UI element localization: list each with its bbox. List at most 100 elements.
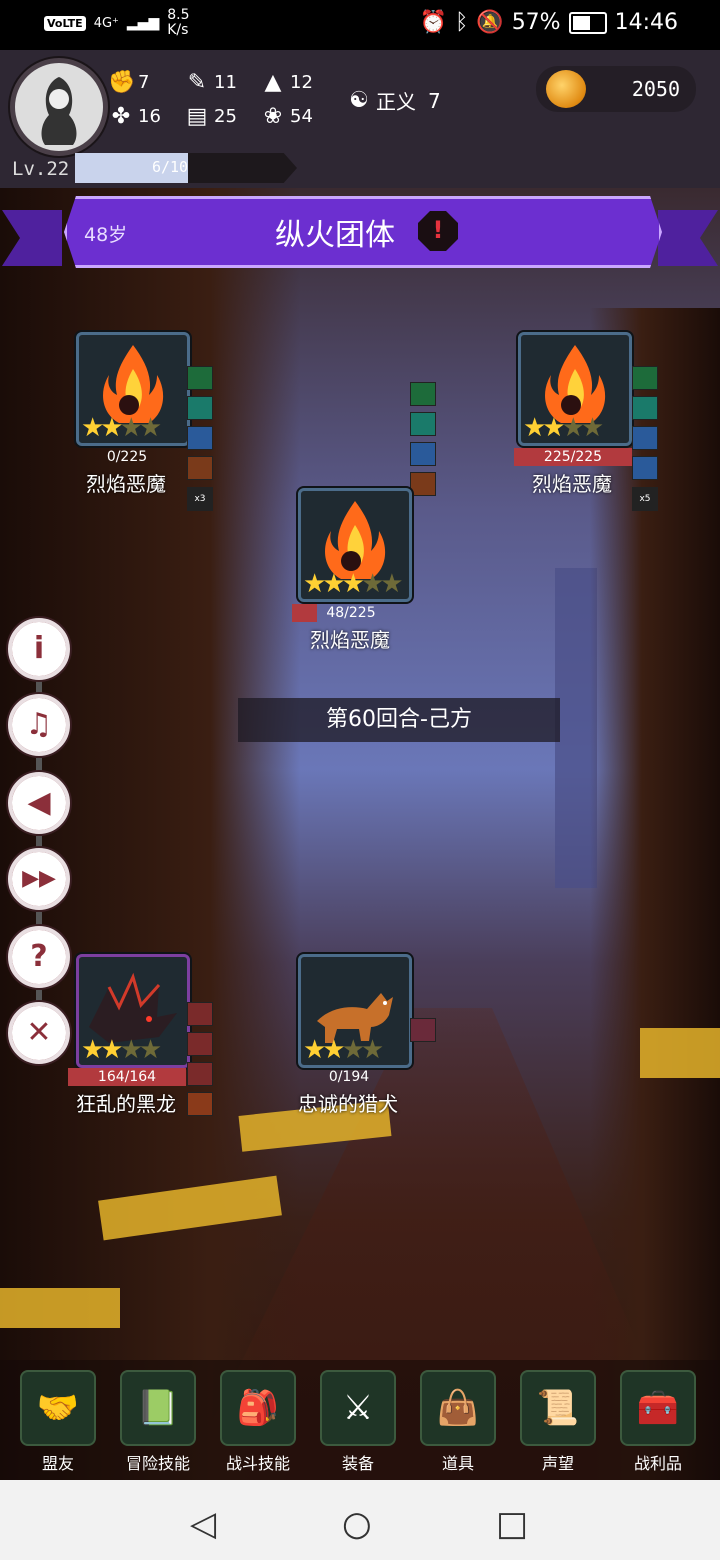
player-level: Lv.22 [12,158,70,180]
ally-2-hp: 0/194 [328,1069,370,1085]
help-button[interactable]: ? [8,926,70,988]
book-icon: ▤ [186,104,208,129]
player-hud: ✊ 7 ✤ 16 ✎ 11 ▤ 25 ▲ 12 ❀ 54 ☯ 正义 7 2050 Lv.22… [0,50,720,188]
enemy-3-hp: 48/225 [292,604,410,622]
crossed-swords-icon: ⚔ [320,1370,396,1446]
nav-loot[interactable]: 🧰 战利品 [618,1360,698,1474]
system-status-bar: VoLTE 4G⁺ ▂▄▆ 8.5 K/s ⏰ ᛒ 🔕 57% 14:46 [0,0,720,50]
water-skill-icon[interactable] [632,396,658,420]
player-avatar[interactable] [10,58,108,156]
floating-skills [410,382,462,502]
signal-icon: ▂▄▆ [126,15,160,31]
info-button[interactable]: i [8,618,70,680]
nav-items[interactable]: 👜 道具 [418,1360,498,1474]
satchel-icon: 👜 [420,1370,496,1446]
spellbook-icon: 📗 [120,1370,196,1446]
ally-2-name: 忠诚的猎犬 [298,1092,398,1116]
bite-skill-icon[interactable] [410,1018,436,1042]
music-off-icon: ♫ [12,698,66,752]
stat-luck: ✤ 16 [108,104,161,129]
close-button[interactable]: ✕ [8,1002,70,1064]
bottom-menu: 🤝 盟友 📗 冒险技能 🎒 战斗技能 ⚔ 装备 👜 道具 📜 声望 🧰 战利品 [0,1360,720,1480]
recents-icon[interactable]: □ [496,1504,528,1544]
bluetooth-icon: ᛒ [455,10,469,35]
xp-text: 6/10 [151,158,189,176]
star-rating: ★★★★ [81,1035,162,1065]
slash-skill-icon[interactable] [187,1002,213,1026]
help-icon: ? [12,930,66,984]
pencil-icon: ✎ [187,70,207,95]
music-toggle-button[interactable]: ♫ [8,694,70,756]
clover-icon: ✤ [111,104,131,129]
alignment: ☯ 正义 7 [346,86,441,115]
stat-craft: ✎ 11 [184,70,237,95]
enemy-unit-1[interactable]: ★★★★ [76,332,190,446]
handshake-icon: 🤝 [20,1370,96,1446]
danger-icon[interactable]: ! [418,211,458,251]
ice-skill-icon[interactable] [410,442,436,466]
home-icon[interactable]: ○ [342,1504,372,1544]
back-icon[interactable]: ◁ [190,1504,216,1544]
awning [0,1288,120,1328]
stat-spirit: ❀ 54 [260,104,313,129]
gold-coin-icon [546,70,586,108]
water-skill-icon[interactable] [410,412,436,436]
enemy-3-name: 烈焰恶魔 [310,628,390,652]
gold-counter: 2050 [536,66,696,112]
star-rating: ★★★★ [303,1035,384,1065]
ice-skill-icon[interactable] [187,426,213,450]
wind-skill-icon[interactable] [187,366,213,390]
hp-fill [292,604,318,622]
volte-badge: VoLTE [44,15,86,31]
encounter-title: 纵火团体 [275,218,395,253]
clock: 14:46 [614,10,678,35]
ally-unit-1[interactable]: ★★★★ [76,954,190,1068]
awning [640,1028,720,1078]
info-icon: i [12,622,66,676]
lotus-icon: ❀ [263,104,283,129]
backpack-icon: 🎒 [220,1370,296,1446]
stat-magic: ▲ 12 [260,70,313,95]
fast-forward-button[interactable]: ▶▶ [8,848,70,910]
water-skill-icon[interactable] [187,396,213,420]
scroll-icon: 📜 [520,1370,596,1446]
star-rating: ★★★★★ [303,569,404,599]
treasure-chest-icon: 🧰 [620,1370,696,1446]
nav-allies[interactable]: 🤝 盟友 [18,1360,98,1474]
fire-skill-icon[interactable] [410,472,436,496]
enemy-1-name: 烈焰恶魔 [86,472,166,496]
player-age: 48岁 [84,224,128,246]
mute-icon: 🔕 [476,10,504,35]
sound-icon: ◀ [12,776,66,830]
stat-knowledge: ▤ 25 [184,104,237,129]
enemy-2-hp: 225/225 [514,448,632,466]
network-speed: 8.5 K/s [167,7,190,38]
nav-reputation[interactable]: 📜 声望 [518,1360,598,1474]
nav-adventure-skills[interactable]: 📗 冒险技能 [118,1360,198,1474]
wind-skill-icon[interactable] [632,366,658,390]
alarm-icon: ⏰ [419,10,448,35]
battery-icon [568,11,607,34]
slash-skill-icon[interactable] [187,1032,213,1056]
enemy-1-hp: 0/225 [106,449,148,465]
ally-unit-2[interactable]: ★★★★ [298,954,412,1068]
stat-strength: ✊ 7 [108,70,150,95]
network-indicator: 4G⁺ [93,15,119,31]
enemy-unit-3[interactable]: ★★★★★ [298,488,412,602]
sound-button[interactable]: ◀ [8,772,70,834]
wind-skill-icon[interactable] [410,382,436,406]
nav-combat-skills[interactable]: 🎒 战斗技能 [218,1360,298,1474]
ally-1-hp: 164/164 [68,1068,186,1086]
nav-equipment[interactable]: ⚔ 装备 [318,1360,398,1474]
ice-skill-icon[interactable] [632,426,658,450]
star-rating: ★★★★ [523,413,604,443]
yin-yang-icon: ☯ [349,88,369,113]
ally-1-name: 狂乱的黑龙 [76,1092,176,1116]
wizard-hat-icon: ▲ [264,70,282,95]
slash-skill-icon[interactable] [187,1062,213,1086]
fast-forward-icon: ▶▶ [12,852,66,906]
enemy-unit-2[interactable]: ★★★★ [518,332,632,446]
battery-percent: 57% [511,10,561,35]
fist-icon: ✊ [108,70,136,95]
close-icon: ✕ [12,1006,66,1060]
